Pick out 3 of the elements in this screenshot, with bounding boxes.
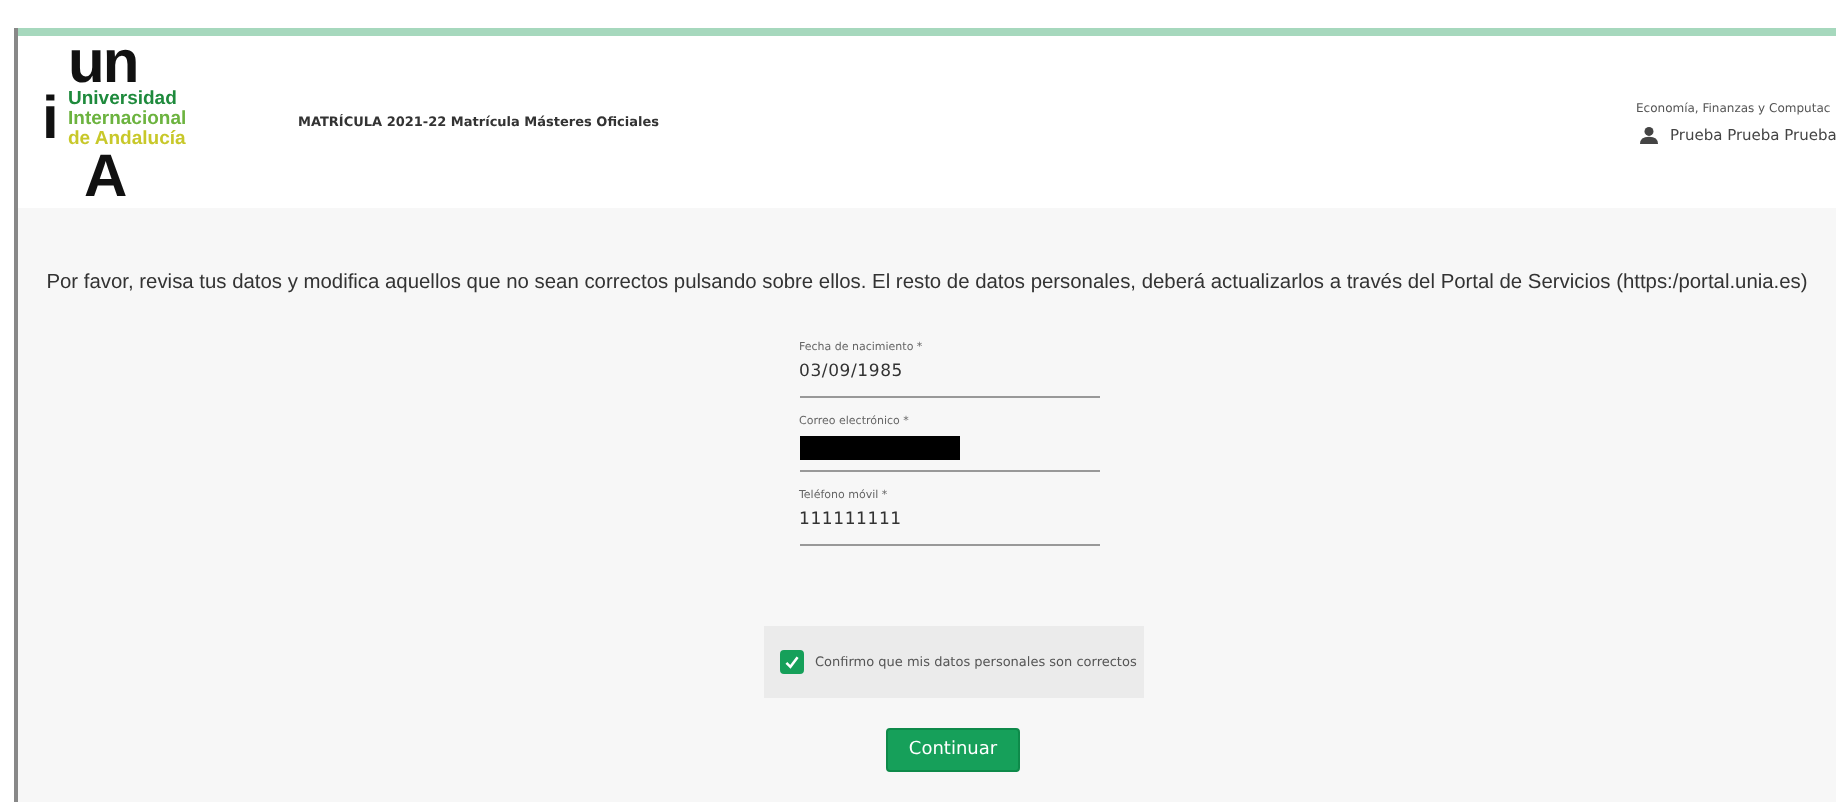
checkbox[interactable] [779, 650, 803, 674]
intro-text: Por favor, revisa tus datos y modifica aquellos que no sean correctos pulsando sobre ellos. El resto de datos personales, deberá actualizarlos a través del Portal de Servicios (https:/portal.unia.es) [46, 272, 1808, 294]
user-icon [1640, 125, 1658, 143]
